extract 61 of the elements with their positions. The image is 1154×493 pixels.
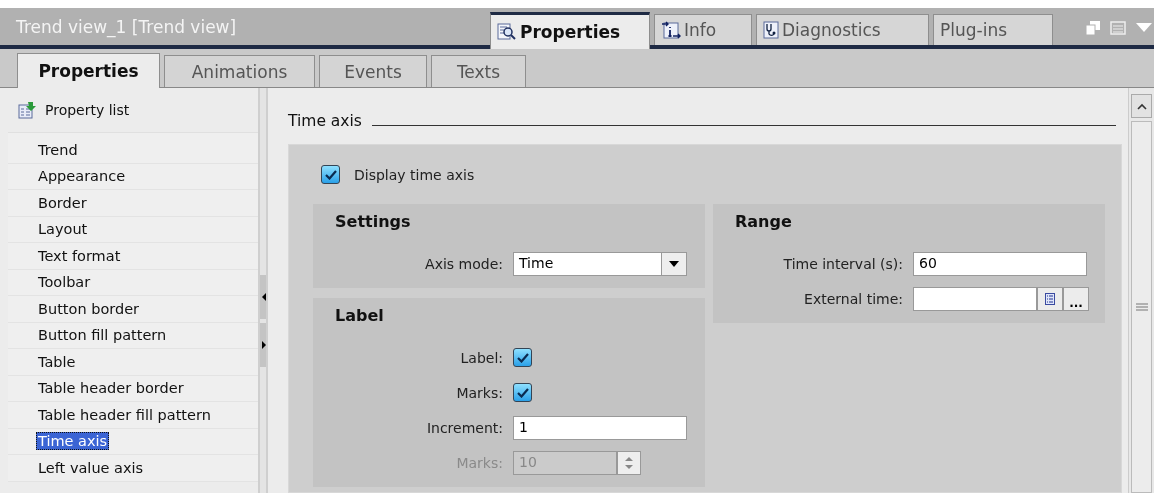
restore-icon[interactable] — [1086, 21, 1100, 35]
list-button[interactable] — [1037, 286, 1063, 311]
collapse-left-handle[interactable] — [260, 274, 266, 319]
magnifier-sheet-icon — [497, 23, 517, 41]
property-tab[interactable]: Events — [319, 55, 427, 87]
inspector-tab[interactable]: Plug-ins — [933, 14, 1053, 45]
property-list-item[interactable]: Time axis — [36, 432, 110, 451]
scroll-thumb[interactable] — [1131, 121, 1152, 493]
property-list-title: Property list — [45, 102, 130, 118]
expand-right-handle[interactable] — [260, 322, 266, 367]
property-list-item[interactable]: Appearance — [36, 167, 128, 186]
group-title: Label — [335, 306, 385, 325]
section-title: Time axis — [288, 112, 362, 130]
dropdown[interactable]: Time — [513, 251, 687, 276]
group-title: Range — [735, 212, 793, 231]
field-label: Axis mode: — [424, 255, 503, 272]
panel-title: Trend view_1 [Trend view] — [15, 16, 237, 37]
property-list-item[interactable]: Layout — [36, 220, 90, 239]
stethoscope-icon — [763, 21, 779, 39]
property-list-item[interactable]: Table header border — [36, 379, 186, 398]
check-icon — [516, 387, 529, 398]
property-list-item[interactable]: Table — [36, 352, 78, 371]
property-list-item[interactable]: Table header fill pattern — [36, 405, 213, 424]
property-tab[interactable]: Properties — [17, 53, 160, 88]
property-list-item[interactable]: Left value axis — [36, 458, 146, 477]
chevron-up-icon — [1136, 102, 1147, 110]
scroll-up-button[interactable] — [1131, 94, 1152, 118]
property-list-item[interactable]: Border — [36, 193, 89, 212]
property-tab[interactable]: Animations — [164, 55, 315, 87]
inspector-tab[interactable]: Info — [654, 14, 752, 45]
group-title: Settings — [335, 212, 412, 231]
property-list-item[interactable]: Trend — [36, 140, 80, 159]
check-icon — [516, 352, 529, 363]
property-list-item[interactable]: Toolbar — [36, 273, 93, 292]
checkbox[interactable] — [321, 165, 340, 184]
info-arrows-icon — [661, 21, 681, 39]
browse-button[interactable]: ... — [1063, 286, 1089, 311]
field-label: Label: — [459, 349, 503, 366]
inspector-tab[interactable]: Properties — [490, 12, 650, 49]
input-field[interactable] — [913, 286, 1037, 311]
input-field[interactable]: 60 — [913, 251, 1087, 276]
property-list-item[interactable]: Button fill pattern — [36, 326, 169, 345]
dropdown-arrow-icon[interactable] — [1136, 23, 1152, 33]
checkbox[interactable] — [513, 383, 532, 402]
input-field[interactable]: 1 — [513, 415, 687, 440]
field-label: External time: — [803, 290, 903, 307]
spin-buttons[interactable] — [617, 450, 641, 475]
field-label: Marks: — [455, 454, 503, 471]
checkbox[interactable] — [513, 348, 532, 367]
caret-icon — [669, 260, 679, 267]
field-label: Increment: — [425, 419, 503, 436]
inspector-tab[interactable]: Diagnostics — [756, 14, 929, 45]
property-tab[interactable]: Texts — [431, 55, 526, 87]
field-label: Marks: — [455, 384, 503, 401]
checkbox-label: Display time axis — [354, 166, 475, 183]
field-label: Time interval (s): — [782, 255, 903, 272]
list-arrow-icon — [18, 101, 38, 119]
check-icon — [324, 169, 337, 180]
list-icon — [1045, 292, 1055, 305]
property-list-item[interactable]: Text format — [36, 246, 123, 265]
property-list-item[interactable]: Button border — [36, 299, 142, 318]
